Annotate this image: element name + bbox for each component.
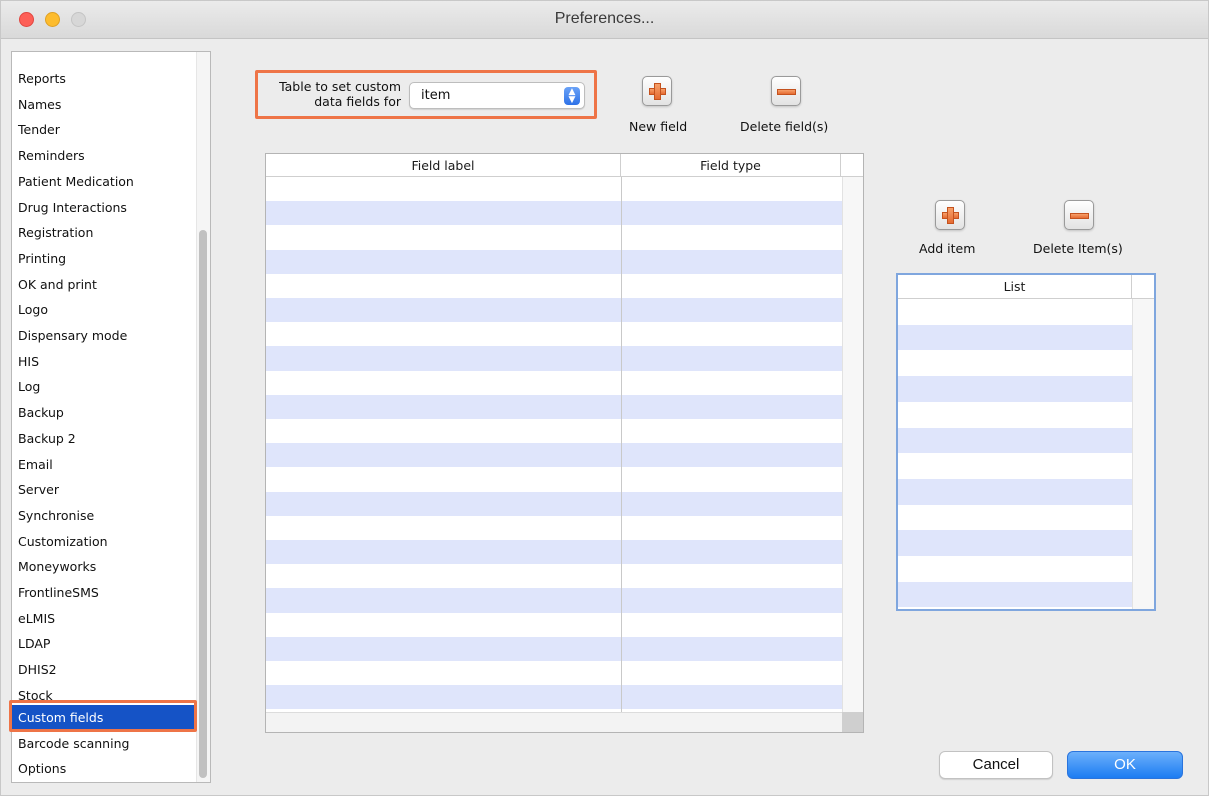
table-row[interactable] [266,636,842,661]
table-row[interactable] [266,177,842,201]
list-row[interactable] [898,299,1132,325]
table-horizontal-scrollbar[interactable] [266,712,842,732]
sidebar-item-moneyworks[interactable]: Moneyworks [12,554,196,580]
chevron-up-down-icon: ▲ ▼ [564,87,580,105]
title-bar: Preferences... [1,1,1208,39]
sidebar-item-barcode-scanning[interactable]: Barcode scanning [12,731,196,757]
sidebar-item-customization[interactable]: Customization [12,529,196,555]
sidebar-item-printing[interactable]: Printing [12,246,196,272]
list-row[interactable] [898,402,1132,428]
table-row[interactable] [266,298,842,323]
sidebar-scrollbar[interactable] [196,52,210,782]
table-row[interactable] [266,225,842,249]
delete-item-button[interactable] [1064,200,1094,230]
table-row[interactable] [266,394,842,419]
table-row[interactable] [266,491,842,516]
sidebar-item-patient-medication[interactable]: Patient Medication [12,169,196,195]
preferences-window: Preferences... ... Reports Names Tender … [0,0,1209,796]
list-row[interactable] [898,376,1132,402]
scrollbar-corner [842,712,863,732]
table-row[interactable] [266,540,842,565]
add-item-button[interactable] [935,200,965,230]
cancel-button[interactable]: Cancel [939,751,1053,779]
sidebar-item-registration[interactable]: Registration [12,220,196,246]
table-row[interactable] [266,346,842,371]
table-vertical-scrollbar[interactable] [842,177,863,712]
sidebar-item-reports[interactable]: Reports [12,66,196,92]
column-header-list[interactable]: List [898,275,1132,299]
preferences-sidebar: ... Reports Names Tender Reminders Patie… [11,51,211,783]
table-select-dropdown[interactable]: item ▲ ▼ [409,82,585,109]
list-row[interactable] [898,530,1132,556]
sidebar-item-elmis[interactable]: eLMIS [12,606,196,632]
column-separator [621,177,622,712]
sidebar-item-reminders[interactable]: Reminders [12,143,196,169]
table-row[interactable] [266,249,842,274]
table-row[interactable] [266,516,842,540]
sidebar-item-names[interactable]: Names [12,92,196,118]
sidebar-item-logo[interactable]: Logo [12,297,196,323]
sidebar-item-his[interactable]: HIS [12,349,196,375]
minus-icon [777,89,796,95]
table-row[interactable] [266,322,842,346]
list-row[interactable] [898,453,1132,479]
column-header-field-label[interactable]: Field label [266,154,621,177]
table-row[interactable] [266,467,842,491]
table-row[interactable] [266,274,842,298]
list-row[interactable] [898,556,1132,582]
table-row[interactable] [266,201,842,226]
table-row[interactable] [266,419,842,443]
table-row[interactable] [266,685,842,710]
table-header: Field label Field type [266,154,863,177]
new-field-button[interactable] [642,76,672,106]
table-selector-label: Table to set custom data fields for [261,79,401,109]
table-row[interactable] [266,443,842,468]
window-title: Preferences... [554,10,655,27]
list-vertical-scrollbar[interactable] [1132,299,1154,609]
sidebar-item-frontlinesms[interactable]: FrontlineSMS [12,580,196,606]
sidebar-item-backup[interactable]: Backup [12,400,196,426]
sidebar-item-ok-and-print[interactable]: OK and print [12,272,196,298]
sidebar-item-backup-2[interactable]: Backup 2 [12,426,196,452]
sidebar-item-tender[interactable]: Tender [12,117,196,143]
table-row[interactable] [266,613,842,637]
new-field-label: New field [629,119,688,134]
list-row[interactable] [898,324,1132,351]
list-row[interactable] [898,581,1132,608]
table-row[interactable] [266,564,842,588]
sidebar-scroll-thumb[interactable] [199,230,207,778]
list-table-header: List [898,275,1154,299]
sidebar-item-options[interactable]: Options [12,756,196,782]
sidebar-item-log[interactable]: Log [12,374,196,400]
table-selector-label-line1: Table to set custom [279,79,401,94]
table-row[interactable] [266,588,842,613]
list-row[interactable] [898,505,1132,531]
list-row[interactable] [898,427,1132,454]
sidebar-item-email[interactable]: Email [12,452,196,478]
table-select-value: item [421,88,451,103]
custom-fields-table[interactable]: Field label Field type [265,153,864,733]
sidebar-item-server[interactable]: Server [12,477,196,503]
table-row[interactable] [266,371,842,395]
list-row[interactable] [898,350,1132,376]
ok-button[interactable]: OK [1067,751,1183,779]
table-selector-label-line2: data fields for [314,94,401,109]
column-header-field-type[interactable]: Field type [621,154,841,177]
sidebar-item-dispensary-mode[interactable]: Dispensary mode [12,323,196,349]
sidebar-item-drug-interactions[interactable]: Drug Interactions [12,195,196,221]
minus-icon [1070,213,1089,219]
add-item-label: Add item [919,241,976,256]
delete-field-label: Delete field(s) [740,119,829,134]
sidebar-item-ldap[interactable]: LDAP [12,631,196,657]
delete-item-label: Delete Item(s) [1033,241,1123,256]
list-table[interactable]: List [896,273,1156,611]
table-row[interactable] [266,661,842,685]
sidebar-item-synchronise[interactable]: Synchronise [12,503,196,529]
delete-field-button[interactable] [771,76,801,106]
sidebar-item-dhis2[interactable]: DHIS2 [12,657,196,683]
sidebar-item-custom-fields[interactable]: Custom fields [12,705,196,731]
list-row[interactable] [898,478,1132,505]
